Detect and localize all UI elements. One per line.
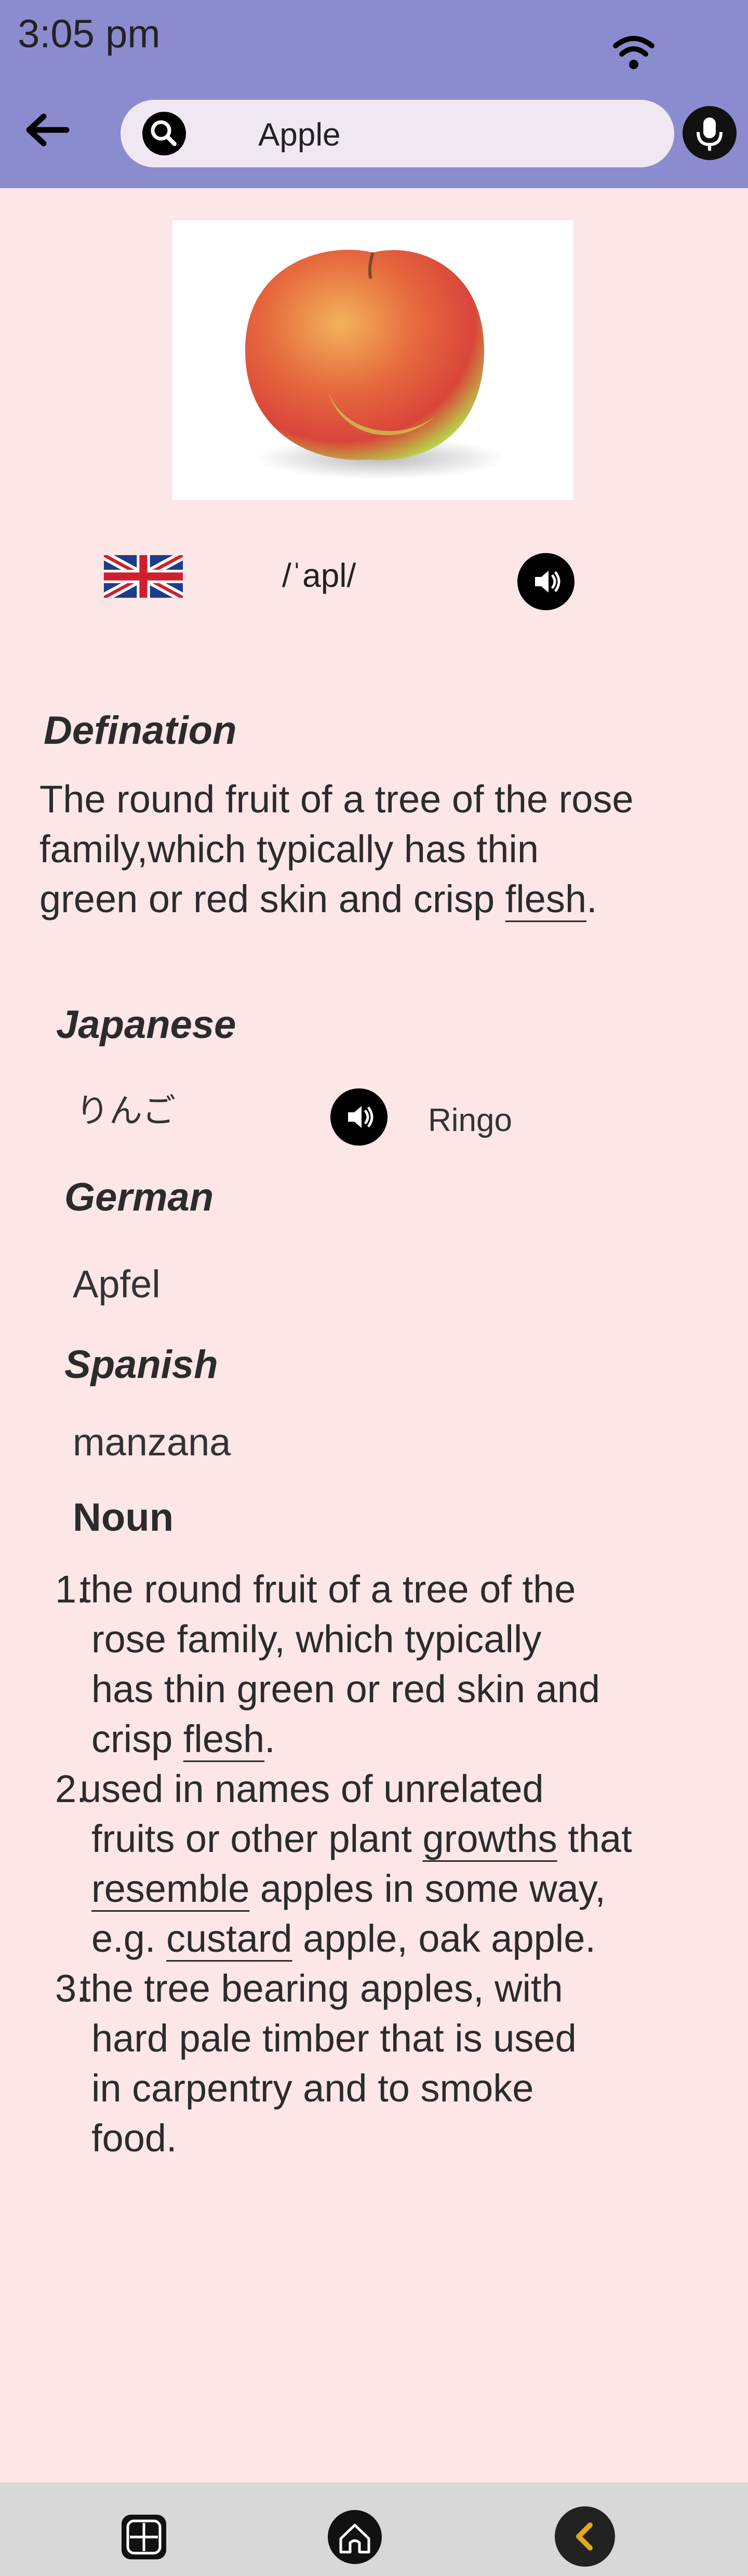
- back-chevron-icon[interactable]: [554, 2505, 616, 2568]
- spanish-heading: Spanish: [64, 1343, 218, 1387]
- japanese-heading: Japanese: [56, 1003, 236, 1047]
- search-input[interactable]: Apple: [258, 116, 341, 153]
- status-time: 3:05 pm: [18, 12, 161, 56]
- apple-image: [172, 220, 573, 500]
- microphone-icon[interactable]: [683, 106, 737, 160]
- speaker-icon[interactable]: [517, 553, 575, 610]
- list-item: 3. the tree bearing apples, with hard pa…: [55, 1967, 577, 2160]
- definition-heading: Defination: [44, 708, 237, 753]
- japanese-word: りんご: [76, 1092, 176, 1131]
- bottom-navigation-bar: [0, 2482, 748, 2576]
- grid-add-icon[interactable]: [115, 2508, 172, 2566]
- noun-definitions-list: 1. the round fruit of a tree of the rose…: [55, 1565, 727, 2163]
- home-icon[interactable]: [326, 2508, 383, 2566]
- link-flesh[interactable]: flesh: [505, 877, 586, 921]
- top-app-bar: 3:05 pm Apple: [0, 0, 748, 188]
- spanish-word: manzana: [73, 1421, 231, 1464]
- link-growths[interactable]: growths: [423, 1817, 557, 1860]
- link-resemble[interactable]: resemble: [91, 1867, 249, 1910]
- uk-flag-icon: [104, 555, 183, 598]
- german-heading: German: [64, 1175, 214, 1219]
- wifi-icon: [613, 36, 654, 69]
- search-bar[interactable]: Apple: [121, 100, 674, 167]
- japanese-speaker-icon[interactable]: [330, 1088, 388, 1146]
- japanese-romaji: Ringo: [428, 1102, 512, 1138]
- link-flesh[interactable]: flesh: [183, 1717, 264, 1760]
- link-custard[interactable]: custard: [166, 1917, 292, 1960]
- german-word: Apfel: [73, 1263, 161, 1306]
- list-item: 1. the round fruit of a tree of the rose…: [55, 1568, 600, 1760]
- noun-heading: Noun: [73, 1495, 174, 1540]
- phonetic-transcription: /ˈapl/: [282, 557, 356, 594]
- back-arrow-icon[interactable]: [21, 109, 73, 151]
- search-icon[interactable]: [142, 112, 186, 155]
- definition-text: The round fruit of a tree of the rose fa…: [39, 778, 634, 921]
- list-item: 2. used in names of unrelated fruits or …: [55, 1767, 632, 1960]
